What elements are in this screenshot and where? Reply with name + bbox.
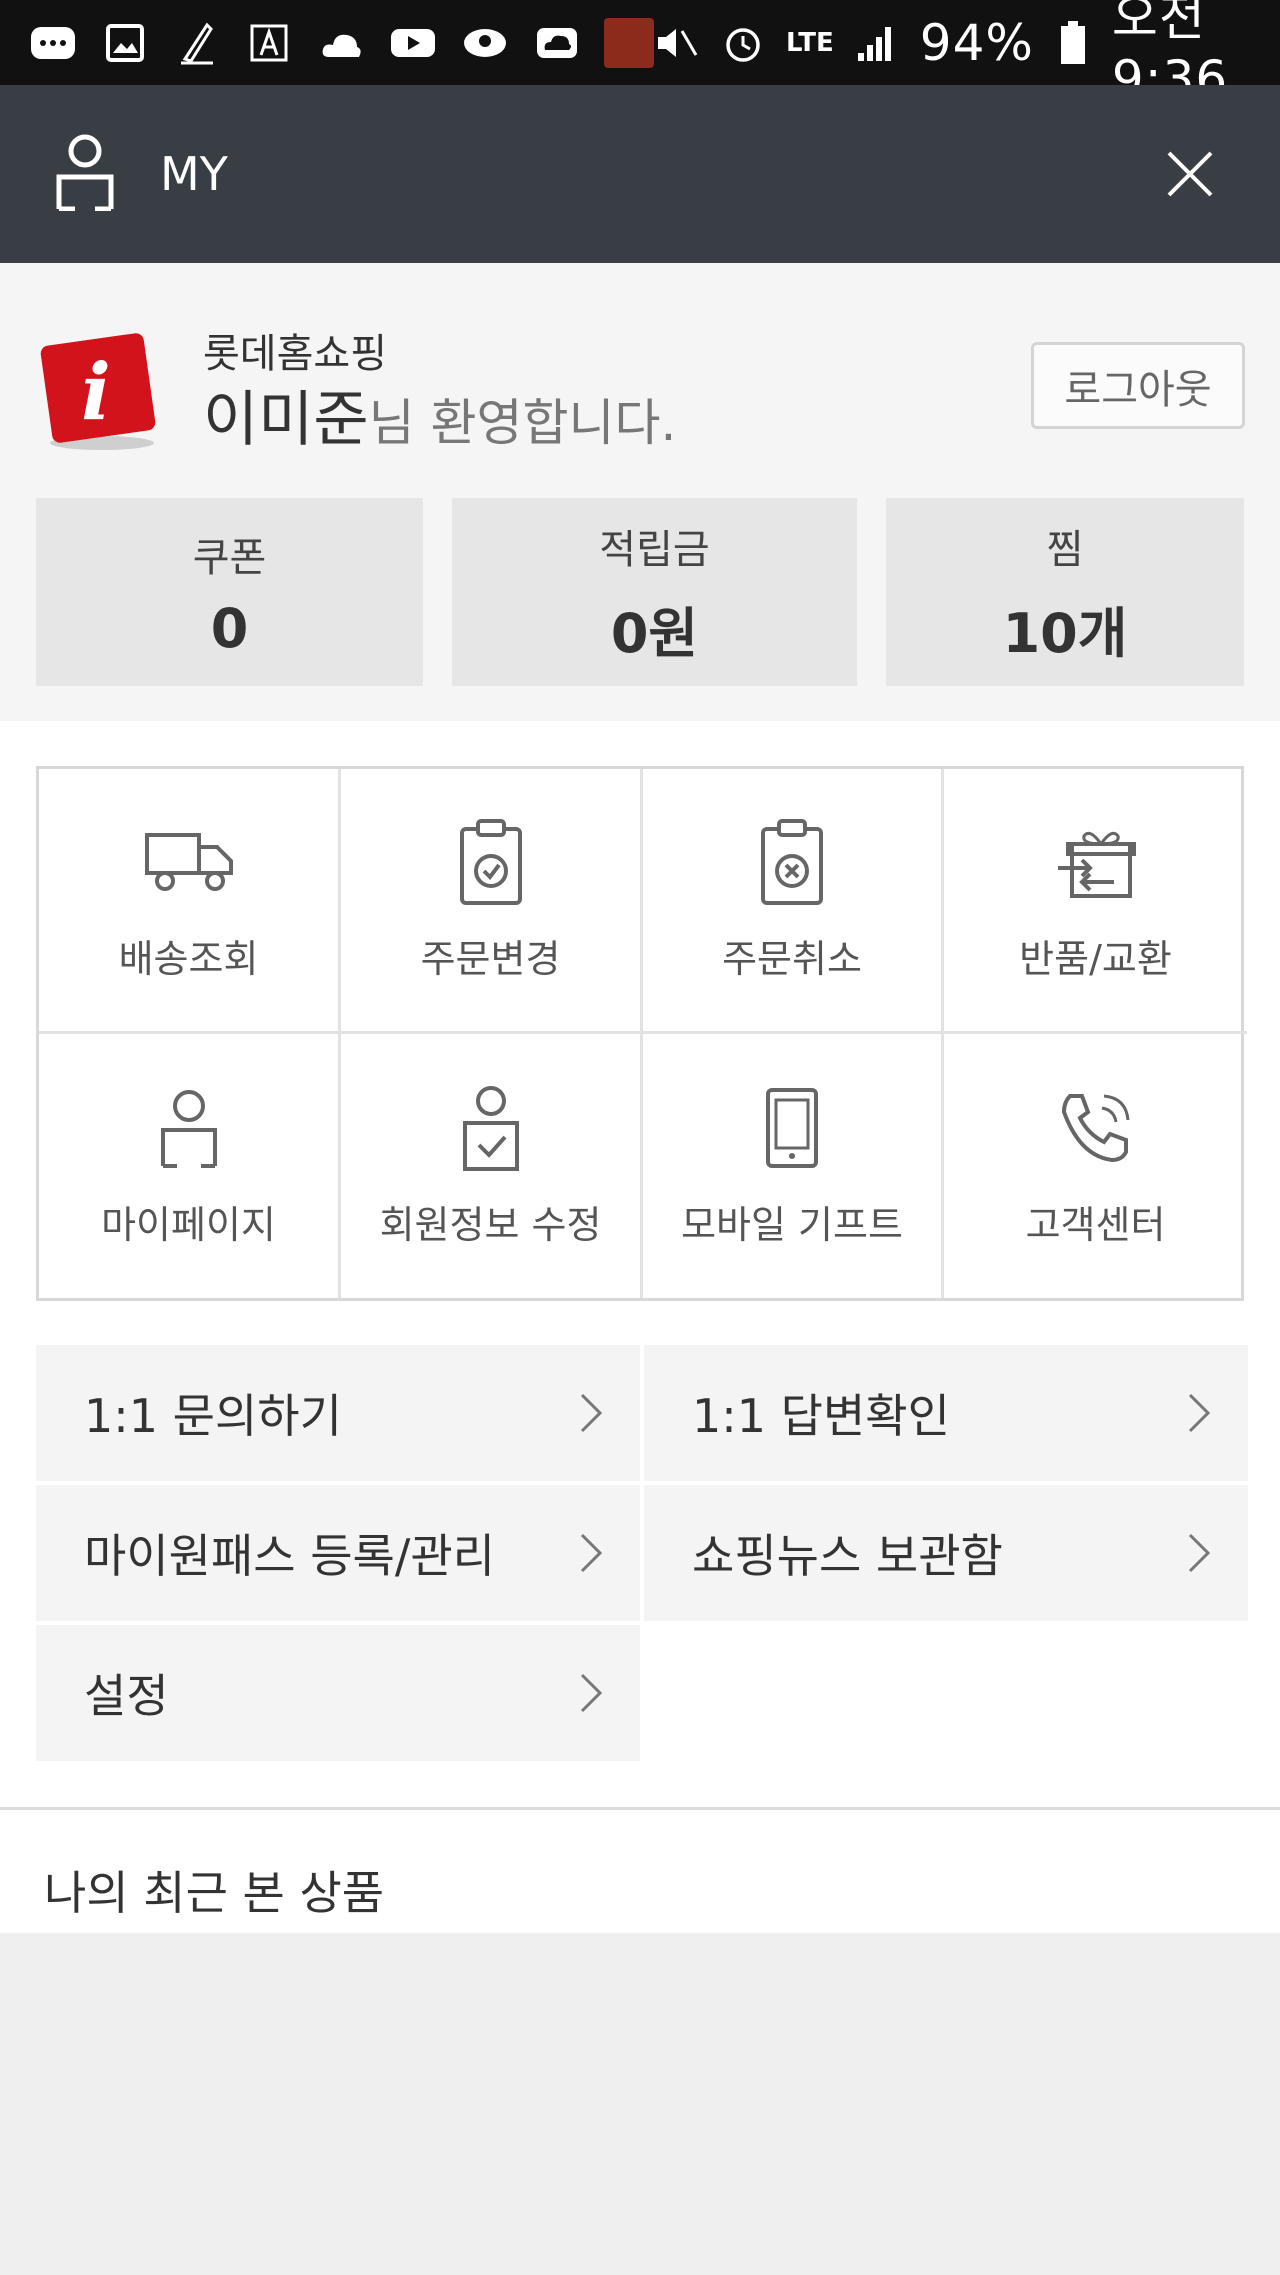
alarm-icon bbox=[722, 21, 764, 65]
menu-label: 고객센터 bbox=[1025, 1203, 1166, 1248]
pen-icon bbox=[172, 21, 222, 65]
link-settings[interactable]: 설정 bbox=[36, 1625, 640, 1761]
menu-edit-profile[interactable]: 회원정보 수정 bbox=[341, 1033, 643, 1298]
my-header: MY bbox=[0, 85, 1280, 263]
battery-percent: 94% bbox=[919, 13, 1034, 72]
welcome-suffix: 님 환영합니다. bbox=[368, 394, 677, 452]
menu-label: 마이페이지 bbox=[101, 1203, 276, 1248]
menu-my-page[interactable]: 마이페이지 bbox=[39, 1033, 341, 1298]
battery-icon bbox=[1056, 20, 1090, 65]
menu-label: 반품/교환 bbox=[1019, 937, 1172, 982]
phone-icon bbox=[1050, 1082, 1142, 1174]
menu-label: 배송조회 bbox=[118, 937, 259, 982]
menu-section: 배송조회 주문변경 주문취소 반품/교환 마이페이지 회원정보 수정 모바일 기… bbox=[0, 721, 1280, 1933]
link-label: 1:1 문의하기 bbox=[84, 1389, 342, 1443]
mute-icon bbox=[654, 21, 700, 65]
recent-products-title: 나의 최근 본 상품 bbox=[44, 1866, 385, 1920]
user-icon bbox=[55, 133, 115, 215]
stat-label: 쿠폰 bbox=[192, 534, 267, 581]
clipboard-check-icon bbox=[445, 816, 537, 908]
cloud-icon bbox=[532, 21, 582, 65]
menu-grid: 배송조회 주문변경 주문취소 반품/교환 마이페이지 회원정보 수정 모바일 기… bbox=[36, 766, 1247, 1301]
header-title: MY bbox=[160, 147, 228, 201]
truck-icon bbox=[143, 816, 235, 908]
link-onepass[interactable]: 마이원패스 등록/관리 bbox=[36, 1485, 640, 1621]
chevron-right-icon bbox=[1188, 1393, 1211, 1433]
menu-mobile-gift[interactable]: 모바일 기프트 bbox=[643, 1033, 944, 1298]
menu-label: 모바일 기프트 bbox=[681, 1203, 903, 1248]
weather-icon bbox=[316, 21, 366, 65]
user-icon bbox=[143, 1082, 235, 1174]
status-left bbox=[28, 17, 654, 68]
chat-icon bbox=[460, 21, 510, 65]
logout-button[interactable]: 로그아웃 bbox=[1031, 342, 1245, 429]
link-answer-check[interactable]: 1:1 답변확인 bbox=[644, 1345, 1248, 1481]
link-label: 마이원패스 등록/관리 bbox=[84, 1529, 496, 1583]
profile-section: i 롯데홈쇼핑 이미준님 환영합니다. 로그아웃 쿠폰 0 적립금 0원 찜 1… bbox=[0, 263, 1280, 721]
font-icon bbox=[244, 21, 294, 65]
signal-icon bbox=[856, 21, 898, 65]
link-list: 1:1 문의하기 1:1 답변확인 마이원패스 등록/관리 쇼핑뉴스 보관함 설… bbox=[36, 1345, 1248, 1761]
status-bar: LTE 94% 오전 9:36 bbox=[0, 0, 1280, 108]
stat-label: 적립금 bbox=[599, 526, 710, 573]
menu-label: 회원정보 수정 bbox=[379, 1203, 602, 1248]
avatar-icon bbox=[604, 17, 654, 68]
gift-exchange-icon bbox=[1050, 816, 1142, 908]
link-label: 설정 bbox=[84, 1669, 169, 1723]
link-label: 쇼핑뉴스 보관함 bbox=[692, 1529, 1003, 1583]
menu-customer-center[interactable]: 고객센터 bbox=[944, 1034, 1247, 1299]
link-shopping-news[interactable]: 쇼핑뉴스 보관함 bbox=[644, 1485, 1248, 1621]
close-icon[interactable] bbox=[1165, 149, 1215, 199]
close-button[interactable] bbox=[1155, 139, 1225, 209]
link-label: 1:1 답변확인 bbox=[692, 1389, 950, 1443]
chevron-right-icon bbox=[580, 1533, 603, 1573]
user-name: 이미준 bbox=[203, 385, 369, 455]
stat-value: 10개 bbox=[1002, 601, 1128, 665]
menu-label: 주문변경 bbox=[420, 937, 561, 982]
menu-return-exchange[interactable]: 반품/교환 bbox=[944, 769, 1247, 1034]
stat-value: 0 bbox=[210, 596, 249, 660]
mobile-icon bbox=[746, 1082, 838, 1174]
stat-wishlist[interactable]: 찜 10개 bbox=[886, 498, 1244, 686]
stat-coupon[interactable]: 쿠폰 0 bbox=[36, 498, 423, 686]
welcome-message: 이미준님 환영합니다. bbox=[203, 371, 676, 458]
user-check-icon bbox=[445, 1082, 537, 1174]
stat-points[interactable]: 적립금 0원 bbox=[452, 498, 857, 686]
section-divider bbox=[0, 1807, 1280, 1810]
lte-icon: LTE bbox=[786, 27, 834, 58]
svg-text:i: i bbox=[81, 347, 111, 438]
stat-value: 0원 bbox=[610, 601, 699, 665]
messages-icon bbox=[28, 21, 78, 65]
gallery-icon bbox=[100, 21, 150, 65]
menu-order-change[interactable]: 주문변경 bbox=[341, 769, 643, 1034]
chevron-right-icon bbox=[580, 1393, 603, 1433]
menu-delivery-tracking[interactable]: 배송조회 bbox=[39, 769, 341, 1034]
chevron-right-icon bbox=[580, 1673, 603, 1713]
youtube-icon bbox=[388, 21, 438, 65]
menu-order-cancel[interactable]: 주문취소 bbox=[643, 769, 944, 1034]
chevron-right-icon bbox=[1188, 1533, 1211, 1573]
brand-logo: i bbox=[36, 329, 160, 453]
link-inquiry[interactable]: 1:1 문의하기 bbox=[36, 1345, 640, 1481]
menu-label: 주문취소 bbox=[722, 937, 862, 982]
clipboard-cancel-icon bbox=[746, 816, 838, 908]
stat-label: 찜 bbox=[1046, 526, 1084, 573]
